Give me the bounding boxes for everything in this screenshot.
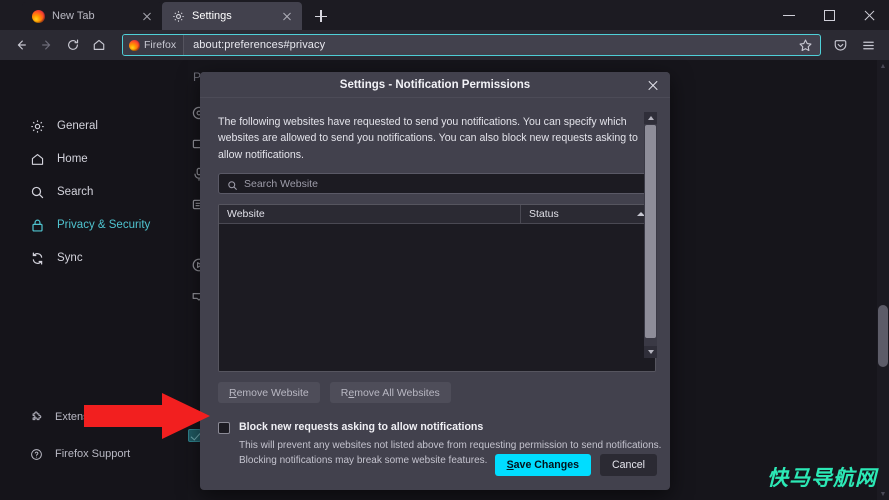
scroll-up-icon[interactable]: ▲	[877, 60, 889, 72]
home-icon[interactable]	[86, 33, 112, 57]
sidebar-item-label: Privacy & Security	[57, 219, 151, 231]
tab-close-icon[interactable]	[140, 9, 154, 23]
search-placeholder: Search Website	[244, 177, 318, 190]
table-body-empty[interactable]	[219, 224, 655, 372]
search-icon	[30, 185, 45, 200]
permissions-table: Website Status	[218, 204, 656, 373]
block-new-requests-checkbox[interactable]	[218, 422, 230, 435]
search-icon	[227, 178, 238, 191]
home-icon	[30, 152, 45, 167]
sidebar-item-sync[interactable]: Sync	[0, 245, 188, 271]
block-new-requests-label: Block new requests asking to allow notif…	[239, 421, 484, 434]
back-arrow-icon[interactable]	[8, 33, 34, 57]
gear-icon	[30, 119, 45, 134]
star-icon[interactable]	[798, 38, 813, 53]
page-scrollbar[interactable]: ▲ ▼	[877, 60, 889, 500]
search-website-input[interactable]: Search Website	[218, 173, 656, 195]
remove-all-websites-button[interactable]: Re move All Websites	[329, 382, 451, 404]
dialog-action-buttons: Save Changes Cancel	[494, 454, 657, 476]
scrollbar-thumb[interactable]	[878, 305, 888, 367]
sidebar-item-label: Home	[57, 153, 88, 165]
dialog-description: The following websites have requested to…	[218, 116, 638, 161]
annotation-arrow-icon	[84, 393, 210, 439]
tab-new-tab[interactable]: New Tab	[22, 2, 162, 30]
dialog-titlebar: Settings - Notification Permissions	[200, 72, 670, 98]
hamburger-menu-icon[interactable]	[855, 33, 881, 57]
firefox-logo-icon	[129, 39, 140, 51]
window-controls	[769, 0, 889, 30]
watermark: 快马导航网	[767, 466, 877, 490]
lock-icon	[30, 218, 45, 233]
tab-label: New Tab	[52, 10, 95, 22]
maximize-button[interactable]	[809, 0, 849, 30]
url-bar[interactable]: Firefox about:preferences#privacy	[122, 34, 821, 56]
sidebar-item-general[interactable]: General	[0, 113, 188, 139]
column-header-website[interactable]: Website	[219, 205, 521, 224]
new-tab-button[interactable]	[308, 3, 334, 29]
browser-window: New Tab Settings Firefox about:preferenc…	[0, 0, 889, 500]
identity-box[interactable]: Firefox	[123, 35, 185, 55]
scroll-up-icon[interactable]	[644, 112, 657, 124]
forward-arrow-icon[interactable]	[34, 33, 60, 57]
remove-website-button[interactable]: Remove Website	[218, 382, 320, 404]
column-header-status[interactable]: Status	[521, 205, 655, 223]
scrollbar-thumb[interactable]	[645, 125, 656, 338]
pocket-icon[interactable]	[827, 33, 853, 57]
close-window-button[interactable]	[849, 0, 889, 30]
dialog-title: Settings - Notification Permissions	[339, 78, 531, 91]
sidebar-item-search[interactable]: Search	[0, 179, 188, 205]
cancel-button[interactable]: Cancel	[600, 454, 657, 476]
sidebar-item-label: Firefox Support	[55, 448, 131, 460]
tab-label: Settings	[192, 10, 232, 22]
reload-icon[interactable]	[60, 33, 86, 57]
block-new-requests-row[interactable]: Block new requests asking to allow notif…	[218, 421, 657, 435]
sync-icon	[30, 251, 45, 266]
scroll-down-icon[interactable]: ▼	[877, 488, 889, 500]
sidebar-item-privacy-security[interactable]: Privacy & Security	[0, 212, 188, 238]
sidebar-item-label: Search	[57, 186, 94, 198]
sidebar-item-label: General	[57, 120, 98, 132]
puzzle-icon	[30, 411, 43, 424]
dialog-content-scrollbar[interactable]	[644, 112, 657, 358]
close-icon[interactable]	[646, 78, 660, 92]
tab-settings[interactable]: Settings	[162, 2, 302, 30]
dialog-body: The following websites have requested to…	[200, 98, 670, 490]
sidebar-item-label: Sync	[57, 252, 83, 264]
tab-close-icon[interactable]	[280, 9, 294, 23]
gear-icon	[172, 10, 185, 23]
column-header-status-label: Status	[529, 208, 559, 221]
sidebar-item-home[interactable]: Home	[0, 146, 188, 172]
scroll-down-icon[interactable]	[644, 346, 657, 358]
url-input[interactable]: about:preferences#privacy	[184, 39, 325, 51]
minimize-button[interactable]	[769, 0, 809, 30]
table-action-buttons: Remove Website Re move All Websites	[218, 382, 657, 404]
notification-permissions-dialog: Settings - Notification Permissions The …	[200, 72, 670, 490]
tab-strip: New Tab Settings	[0, 0, 889, 30]
firefox-logo-icon	[32, 9, 45, 23]
identity-label: Firefox	[144, 39, 177, 51]
table-header-row: Website Status	[219, 205, 655, 225]
sidebar-item-firefox-support[interactable]: Firefox Support	[0, 441, 188, 467]
toolbar-right-actions	[827, 33, 881, 57]
save-changes-button[interactable]: Save Changes	[494, 454, 592, 476]
navigation-toolbar: Firefox about:preferences#privacy	[0, 30, 889, 60]
question-circle-icon	[30, 448, 43, 461]
